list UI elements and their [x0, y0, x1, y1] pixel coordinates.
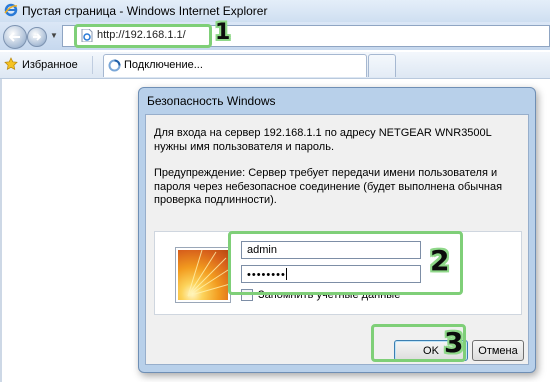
- user-tile-icon: [175, 247, 231, 303]
- favorites-button[interactable]: Избранное: [4, 55, 78, 75]
- favorites-bar: Избранное Подключение...: [0, 52, 550, 79]
- favorites-label: Избранное: [22, 59, 78, 71]
- content-edge: [0, 79, 2, 382]
- windows-security-dialog: Безопасность Windows Для входа на сервер…: [138, 87, 536, 373]
- favorites-divider: [92, 56, 93, 74]
- forward-button[interactable]: [27, 27, 47, 47]
- back-arrow-icon: [9, 32, 20, 42]
- security-warning: Предупреждение: Сервер требует передачи …: [154, 167, 503, 206]
- login-message: Для входа на сервер 192.168.1.1 по адрес…: [154, 127, 492, 153]
- step-3-number: 3: [444, 326, 464, 359]
- loading-icon: [108, 59, 121, 75]
- history-dropdown-icon[interactable]: ▼: [50, 31, 58, 40]
- window-title: Пустая страница - Windows Internet Explo…: [22, 4, 268, 18]
- dialog-title: Безопасность Windows: [147, 94, 276, 108]
- step-2-number: 2: [430, 244, 450, 277]
- star-icon: [4, 56, 18, 74]
- ie-logo-icon: [4, 3, 18, 20]
- cancel-button[interactable]: Отмена: [472, 340, 524, 361]
- window-titlebar: Пустая страница - Windows Internet Explo…: [0, 0, 550, 23]
- callout-address-box: [74, 24, 212, 48]
- callout-credentials-box: [228, 231, 463, 295]
- tab-label: Подключение...: [124, 59, 203, 71]
- tab-connecting[interactable]: Подключение...: [103, 54, 367, 77]
- new-tab-button[interactable]: [368, 54, 396, 77]
- back-button[interactable]: [3, 25, 27, 49]
- forward-arrow-icon: [33, 33, 42, 41]
- step-1-number: 1: [215, 20, 231, 45]
